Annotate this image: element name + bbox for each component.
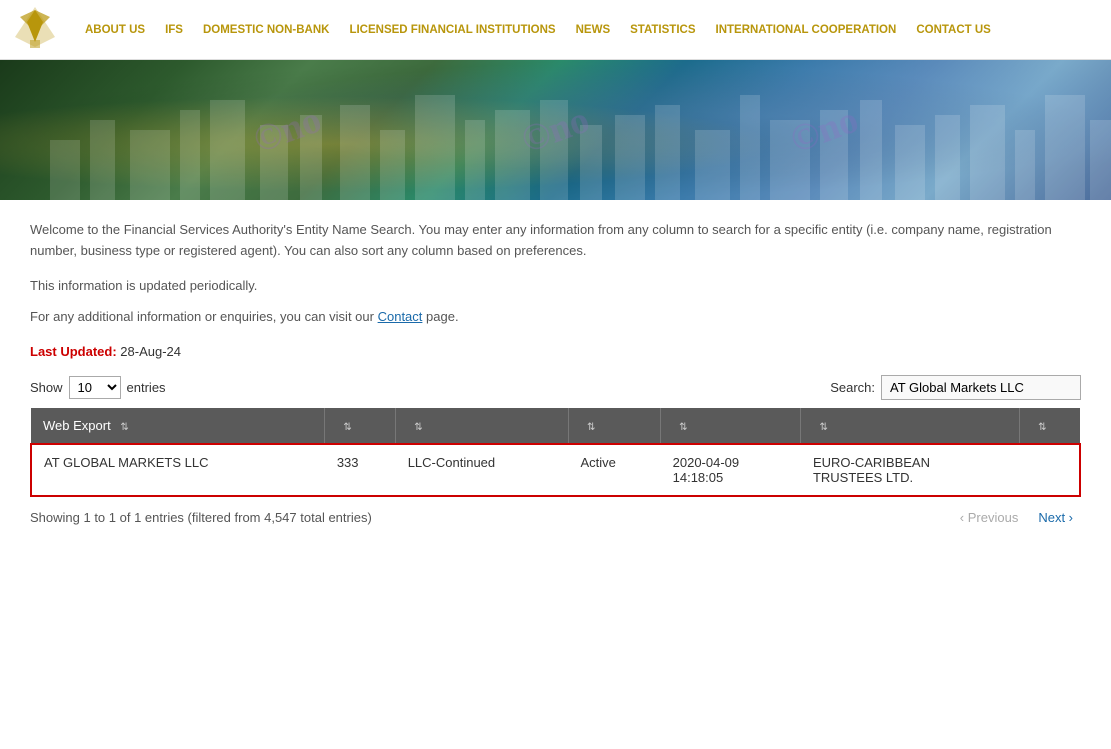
last-updated-value: 28-Aug-24 [120, 344, 181, 359]
sort-icon-col3: ⇅ [414, 422, 422, 433]
contact-link[interactable]: Contact [378, 309, 423, 324]
showing-entries: Showing 1 to 1 of 1 entries (filtered fr… [30, 510, 372, 525]
col-5[interactable]: ⇅ [661, 408, 801, 444]
sort-icon-col2: ⇅ [343, 422, 351, 433]
sort-icon-col5: ⇅ [679, 422, 687, 433]
sort-icon-col6: ⇅ [819, 422, 827, 433]
cell-name: AT GLOBAL MARKETS LLC [31, 444, 325, 496]
last-updated-label: Last Updated: [30, 344, 117, 359]
show-label: Show [30, 380, 63, 395]
last-updated: Last Updated: 28-Aug-24 [30, 344, 1081, 359]
cell-date: 2020-04-0914:18:05 [661, 444, 801, 496]
table-body: AT GLOBAL MARKETS LLC 333 LLC-Continued … [31, 444, 1080, 496]
main-content: Welcome to the Financial Services Author… [0, 200, 1111, 548]
search-box: Search: [830, 375, 1081, 400]
intro-paragraph: Welcome to the Financial Services Author… [30, 220, 1081, 262]
entries-label: entries [127, 380, 166, 395]
cell-status: Active [569, 444, 661, 496]
contact-paragraph: For any additional information or enquir… [30, 309, 1081, 324]
table-footer: Showing 1 to 1 of 1 entries (filtered fr… [30, 507, 1081, 528]
data-table: Web Export ⇅ ⇅ ⇅ ⇅ ⇅ ⇅ [30, 408, 1081, 497]
table-controls: Show 10 25 50 100 entries Search: [30, 375, 1081, 400]
table-row: AT GLOBAL MARKETS LLC 333 LLC-Continued … [31, 444, 1080, 496]
nav-statistics[interactable]: STATISTICS [620, 24, 705, 36]
col-7[interactable]: ⇅ [1020, 408, 1080, 444]
nav-contact-us[interactable]: CONTACT US [906, 24, 1001, 36]
search-label: Search: [830, 380, 875, 395]
nav-news[interactable]: NEWS [566, 24, 621, 36]
search-input[interactable] [881, 375, 1081, 400]
next-button[interactable]: Next › [1030, 507, 1081, 528]
cell-type: LLC-Continued [396, 444, 569, 496]
show-entries-control: Show 10 25 50 100 entries [30, 376, 166, 399]
nav-intl-coop[interactable]: INTERNATIONAL COOPERATION [706, 24, 907, 36]
sort-icon-col4: ⇅ [587, 422, 595, 433]
nav-licensed-fi[interactable]: LICENSED FINANCIAL INSTITUTIONS [339, 24, 565, 36]
col-4[interactable]: ⇅ [569, 408, 661, 444]
entries-select[interactable]: 10 25 50 100 [69, 376, 121, 399]
navigation: ABOUT US IFS DOMESTIC NON-BANK LICENSED … [0, 0, 1111, 60]
col-3[interactable]: ⇅ [396, 408, 569, 444]
pagination: ‹ Previous Next › [952, 507, 1081, 528]
cell-extra [1020, 444, 1080, 496]
nav-domestic-non-bank[interactable]: DOMESTIC NON-BANK [193, 24, 340, 36]
nav-links: ABOUT US IFS DOMESTIC NON-BANK LICENSED … [75, 24, 1101, 36]
logo[interactable] [10, 2, 65, 57]
hero-image: ©no ©no ©no [0, 60, 1111, 200]
previous-button[interactable]: ‹ Previous [952, 507, 1027, 528]
col-web-export[interactable]: Web Export ⇅ [31, 408, 325, 444]
sort-icon-col1: ⇅ [120, 422, 128, 433]
col-2[interactable]: ⇅ [325, 408, 396, 444]
update-notice: This information is updated periodically… [30, 278, 1081, 293]
nav-ifs[interactable]: IFS [155, 24, 193, 36]
nav-about-us[interactable]: ABOUT US [75, 24, 155, 36]
sort-icon-col7: ⇅ [1038, 422, 1046, 433]
cell-agent: EURO-CARIBBEANTRUSTEES LTD. [801, 444, 1020, 496]
cell-reg-num: 333 [325, 444, 396, 496]
col-6[interactable]: ⇅ [801, 408, 1020, 444]
table-header: Web Export ⇅ ⇅ ⇅ ⇅ ⇅ ⇅ [31, 408, 1080, 444]
